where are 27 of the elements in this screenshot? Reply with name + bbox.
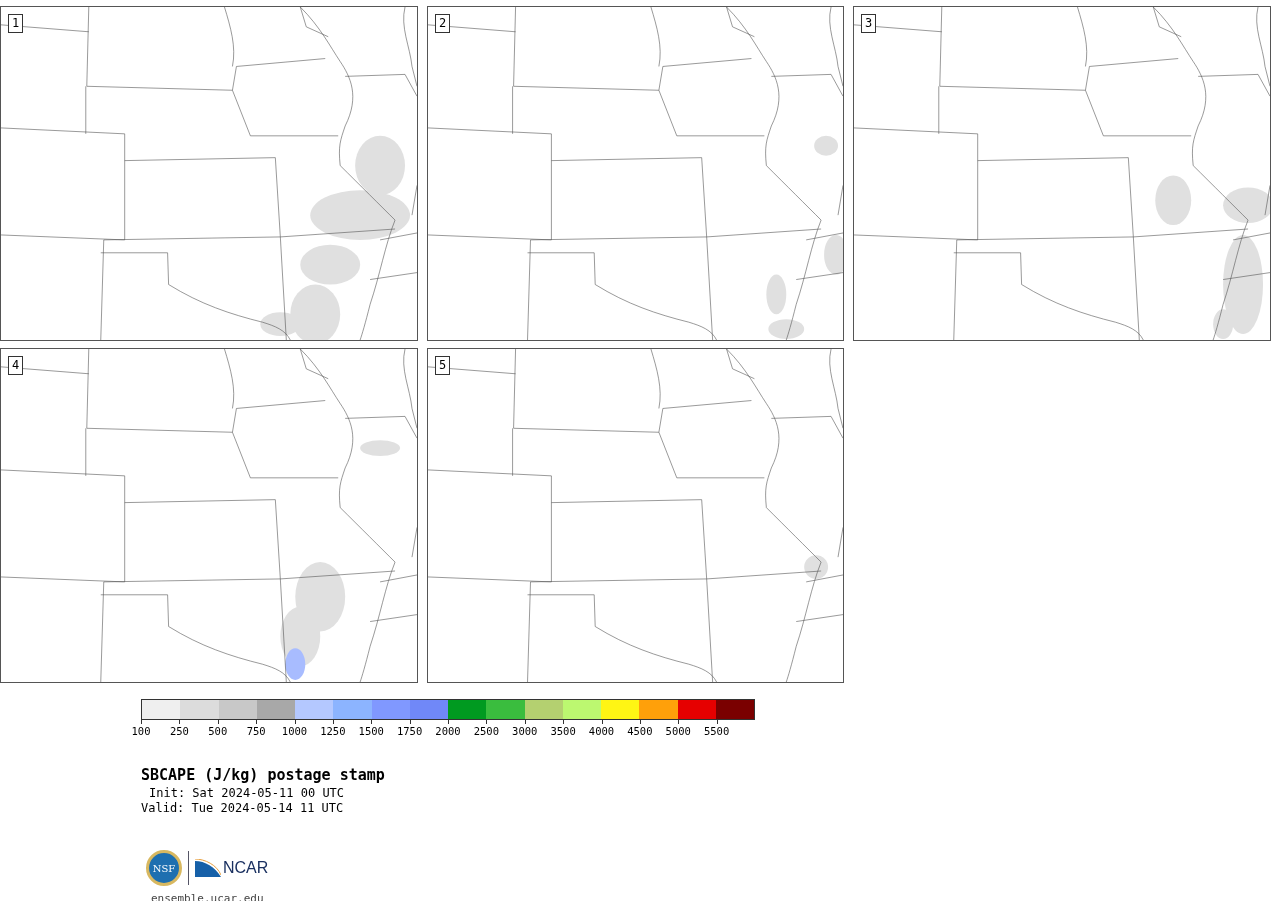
tick-label: 5500: [704, 725, 730, 737]
tick-label: 750: [246, 725, 266, 737]
tick-label: 250: [169, 725, 189, 737]
swoosh-icon: [195, 859, 221, 877]
tick-label: 1500: [358, 725, 384, 737]
panel-number: 1: [8, 14, 24, 33]
ncar-logo: NCAR: [223, 859, 269, 877]
chart-title: SBCAPE (J/kg) postage stamp: [141, 766, 386, 784]
tick-label: 3000: [512, 725, 538, 737]
tick-label: 100: [131, 725, 151, 737]
tick-label: 2000: [435, 725, 461, 737]
tick-label: 2500: [473, 725, 499, 737]
tick-label: 500: [208, 725, 228, 737]
panel-number: 5: [435, 356, 451, 375]
tick-label: 4000: [588, 725, 615, 737]
valid-time: Valid: Tue 2024-05-14 11 UTC: [141, 801, 345, 816]
nsf-logo: NSF: [146, 850, 182, 886]
panel-number: 3: [861, 14, 877, 33]
tick-label: 1250: [320, 725, 346, 737]
init-time: Init: Sat 2024-05-11 00 UTC: [148, 786, 346, 801]
panel-number: 4: [8, 356, 24, 375]
tick-label: 3500: [550, 725, 576, 737]
tick-label: 4500: [627, 725, 653, 737]
tick-label: 5000: [665, 725, 691, 737]
tick-label: 1000: [281, 725, 308, 737]
panel-number: 2: [435, 14, 451, 33]
tick-label: 1750: [397, 725, 423, 737]
